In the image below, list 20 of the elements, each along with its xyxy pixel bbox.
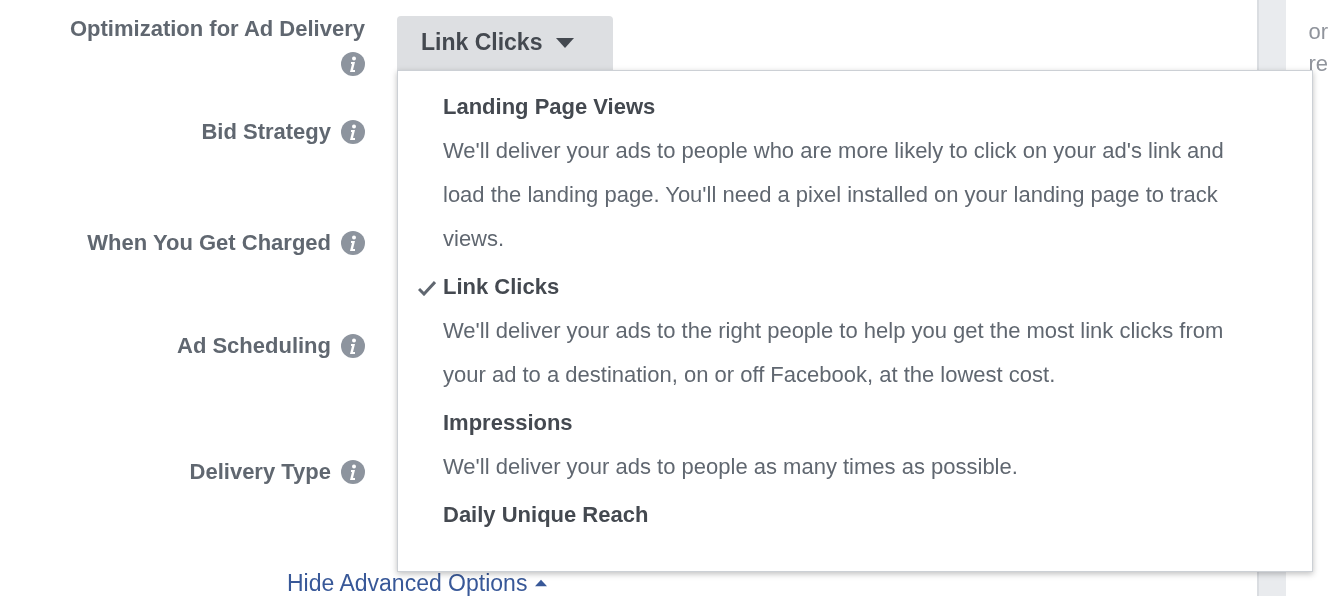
hide-advanced-options-link[interactable]: Hide Advanced Options [287,570,528,596]
optimization-dropdown[interactable]: Link Clicks [397,15,613,70]
info-icon[interactable] [341,333,365,358]
field-label: Bid Strategy [201,118,331,145]
info-icon[interactable] [341,119,365,144]
field-label: When You Get Charged [87,229,331,256]
side-text: re [1308,50,1328,78]
side-text: or [1308,18,1328,46]
info-icon[interactable] [341,230,365,255]
info-icon[interactable] [341,460,365,485]
info-icon[interactable] [341,51,365,76]
field-label: Optimization for Ad Delivery [70,15,365,42]
caret-icon [556,36,575,49]
menu-option[interactable]: Landing Page Views We'll deliver your ads to people who are more likely to click on your ad's link and load the landing page. You'll need a pixel installed on your landing page to track views. [398,85,1282,261]
menu-option[interactable]: Daily Unique Reach [398,493,1282,537]
field-label: Ad Scheduling [177,332,331,359]
field-label: Delivery Type [189,459,331,486]
menu-option[interactable]: Impressions We'll deliver your ads to people as many times as possible. [398,401,1282,489]
menu-option[interactable]: Link Clicks We'll deliver your ads to the right people to help you get the most link clicks from your ad to a destination, on or off Facebook, at the lowest cost. [398,265,1282,397]
caret-icon [535,579,548,587]
